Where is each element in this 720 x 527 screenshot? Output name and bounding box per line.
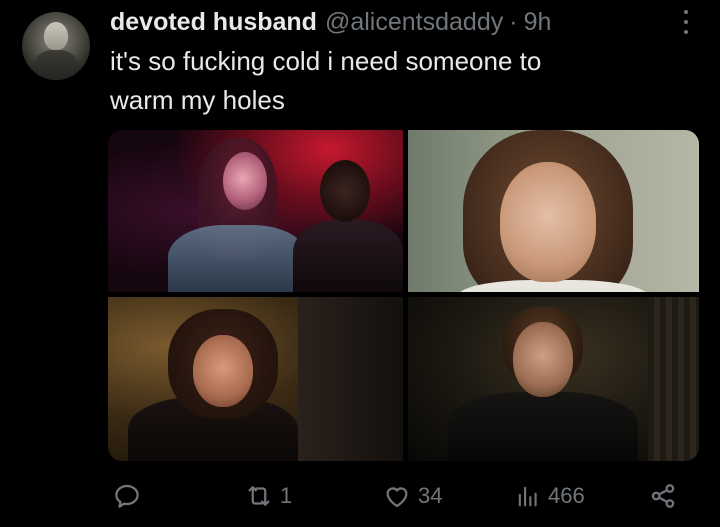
avatar[interactable] [22, 12, 90, 80]
reply-icon [115, 484, 139, 508]
figure [448, 392, 638, 461]
author-name[interactable]: devoted husband [110, 8, 317, 37]
figure [298, 297, 403, 461]
media-grid [108, 130, 699, 461]
tweet-header: devoted husband @alicentsdaddy · 9h [110, 8, 720, 38]
repost-icon [248, 486, 270, 506]
avatar-head [44, 22, 68, 50]
tweet-text: it's so fucking cold i need someone to w… [110, 42, 700, 120]
like-count: 34 [418, 483, 443, 508]
figure [500, 162, 596, 282]
figure [293, 220, 403, 292]
figure [648, 297, 699, 461]
more-dot [684, 30, 688, 34]
avatar-body [34, 50, 78, 80]
views-icon [518, 486, 537, 507]
tweet-text-line: warm my holes [110, 85, 285, 115]
more-dot [684, 20, 688, 24]
share-button[interactable] [648, 478, 678, 514]
more-dot [684, 10, 688, 14]
reply-button[interactable] [112, 478, 142, 514]
more-options-icon[interactable] [682, 10, 690, 34]
heart-icon [386, 487, 408, 508]
tweet-text-line: it's so fucking cold i need someone to [110, 46, 542, 76]
like-button[interactable]: 34 [382, 478, 442, 514]
figure [320, 160, 370, 222]
views-count: 466 [548, 483, 585, 508]
share-icon [651, 484, 675, 508]
media-image-1[interactable] [108, 130, 403, 292]
repost-count: 1 [280, 483, 293, 508]
separator: · [509, 8, 518, 36]
action-bar: 1 34 466 [0, 478, 720, 514]
media-image-2[interactable] [408, 130, 699, 292]
views-button[interactable]: 466 [514, 478, 585, 514]
repost-button[interactable]: 1 [244, 478, 292, 514]
figure [168, 225, 308, 292]
timestamp[interactable]: 9h [524, 8, 552, 37]
figure [223, 152, 267, 210]
figure [193, 335, 253, 407]
media-image-3[interactable] [108, 297, 403, 461]
figure [513, 322, 573, 397]
author-handle[interactable]: @alicentsdaddy [325, 8, 503, 37]
media-image-4[interactable] [408, 297, 699, 461]
